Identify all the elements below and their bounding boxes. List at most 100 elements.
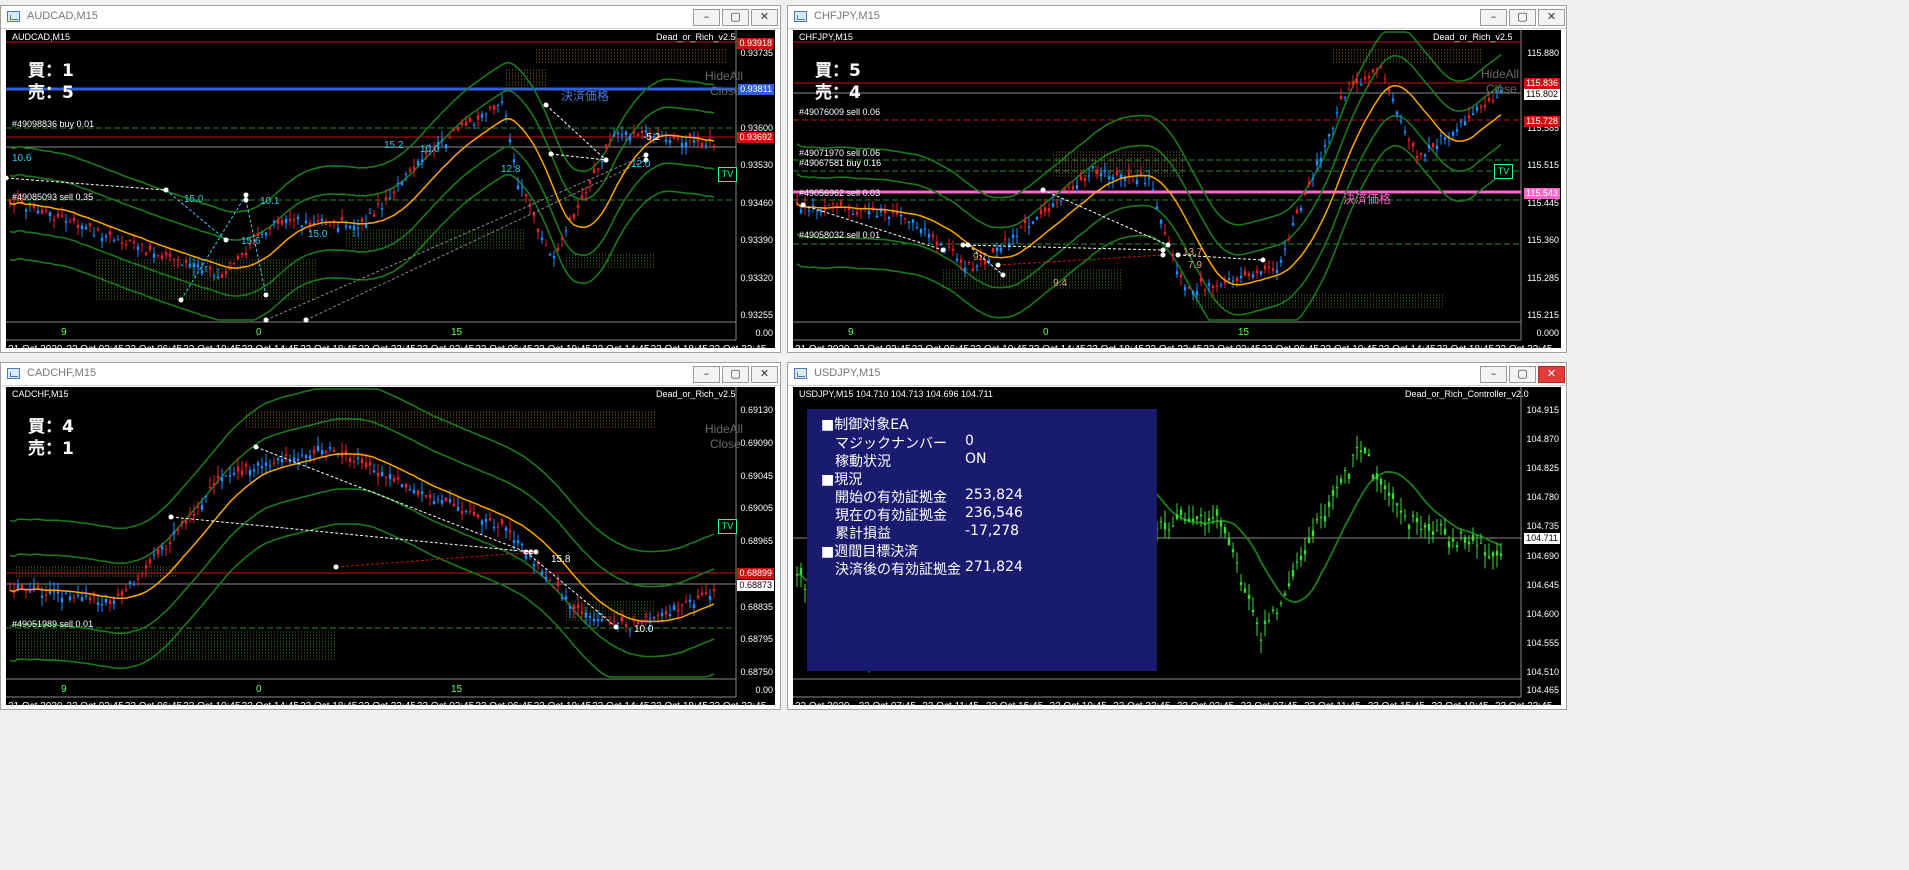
price-chart[interactable]: 9.7 9.4 13.7 7.9 CHFJPY,M15 Dead_or_Rich_v2… bbox=[793, 30, 1561, 348]
close-all-button[interactable]: Close bbox=[710, 84, 741, 98]
magic-number-value: 0 bbox=[965, 433, 974, 449]
candle-body bbox=[556, 247, 560, 252]
candle-body bbox=[1287, 583, 1291, 587]
close-button[interactable]: ✕ bbox=[751, 9, 778, 26]
candle-body bbox=[412, 166, 416, 170]
candle-body bbox=[1251, 610, 1255, 613]
time-axis-label: 23 Oct 07:45 bbox=[1240, 701, 1297, 705]
minimize-button[interactable]: – bbox=[693, 9, 720, 26]
candle-body bbox=[1143, 183, 1147, 185]
session-label: 9 bbox=[61, 684, 67, 695]
maximize-button[interactable]: ▢ bbox=[1509, 9, 1536, 26]
price-axis-label: 104.825 bbox=[1526, 463, 1559, 474]
candle-body bbox=[484, 518, 488, 522]
tv-button[interactable]: TV bbox=[718, 519, 737, 534]
time-axis-label: 23 Oct 18:45 bbox=[651, 344, 708, 348]
candle-body bbox=[1455, 129, 1459, 132]
hideall-button[interactable]: HideAll bbox=[705, 422, 743, 436]
candle-body bbox=[1107, 176, 1111, 180]
window-titlebar[interactable]: AUDCAD,M15 – ▢ ✕ bbox=[1, 6, 780, 29]
candle-body bbox=[712, 145, 716, 147]
candle-body bbox=[228, 474, 232, 477]
tv-button[interactable]: TV bbox=[718, 167, 737, 182]
candle-body bbox=[927, 233, 931, 238]
candle-body bbox=[220, 274, 224, 278]
minimize-button[interactable]: – bbox=[1480, 9, 1507, 26]
time-axis-label: 22 Oct 11:45 bbox=[922, 701, 979, 705]
chart-window-chfjpy[interactable]: CHFJPY,M15 – ▢ ✕ 9.7 9.4 13.7 7.9 CHFJPY,M1… bbox=[787, 5, 1567, 353]
candle-body bbox=[1451, 131, 1455, 136]
candle-body bbox=[96, 602, 100, 605]
window-titlebar[interactable]: USDJPY,M15 – ▢ ✕ bbox=[788, 363, 1566, 386]
candle-body bbox=[280, 458, 284, 463]
candle-body bbox=[332, 220, 336, 222]
candle-body bbox=[88, 223, 92, 227]
trade-marker bbox=[1000, 272, 1006, 278]
candle-body bbox=[216, 475, 220, 479]
buy-count-label: 買：1 bbox=[28, 61, 74, 81]
candle-body bbox=[304, 455, 308, 459]
candle-body bbox=[1343, 97, 1347, 99]
price-chart[interactable]: 15.8 10.0 CADCHF,M15 Dead_or_Rich_v2.5 買：… bbox=[6, 387, 775, 705]
trade-marker bbox=[543, 102, 549, 108]
candle-body bbox=[584, 192, 588, 194]
candle-body bbox=[1415, 518, 1419, 523]
window-titlebar[interactable]: CADCHF,M15 – ▢ ✕ bbox=[1, 363, 780, 386]
hideall-button[interactable]: HideAll bbox=[705, 69, 743, 83]
candle-body bbox=[1299, 207, 1303, 211]
close-button[interactable]: ✕ bbox=[1538, 366, 1565, 383]
candle-body bbox=[380, 207, 384, 210]
candle-body bbox=[1079, 176, 1083, 180]
close-button[interactable]: ✕ bbox=[751, 366, 778, 383]
time-axis-label: 23 Oct 14:45 bbox=[592, 344, 649, 348]
price-chart[interactable]: USDJPY,M15 104.710 104.713 104.696 104.7… bbox=[793, 387, 1561, 705]
chart-window-audcad[interactable]: AUDCAD,M15 – ▢ ✕ 10.6 15.0 10.1 15.6 15.0 15.… bbox=[0, 5, 781, 353]
time-axis-label: 23 Oct 14:45 bbox=[592, 701, 649, 705]
candle-body bbox=[664, 139, 668, 142]
candle-body bbox=[811, 204, 815, 206]
candle-body bbox=[1215, 285, 1219, 287]
time-axis-label: 22 Oct 14:45 bbox=[242, 701, 299, 705]
candle-body bbox=[508, 530, 512, 533]
candle-body bbox=[1475, 545, 1479, 547]
candle-body bbox=[887, 217, 891, 219]
candle-body bbox=[44, 209, 48, 212]
price-axis-label: 0.00 bbox=[755, 685, 773, 695]
candle-body bbox=[520, 187, 524, 189]
hideall-button[interactable]: HideAll bbox=[1481, 67, 1519, 81]
minimize-button[interactable]: – bbox=[693, 366, 720, 383]
candle-body bbox=[240, 470, 244, 475]
candle-body bbox=[308, 455, 312, 459]
candle-body bbox=[284, 454, 288, 457]
controller-heading-status: ■現況 bbox=[821, 472, 863, 488]
candle-body bbox=[1211, 517, 1215, 519]
maximize-button[interactable]: ▢ bbox=[722, 366, 749, 383]
close-button[interactable]: ✕ bbox=[1538, 9, 1565, 26]
candle-body bbox=[524, 193, 528, 197]
close-all-button[interactable]: Close bbox=[710, 437, 741, 451]
order-label: #49085093 sell 0.35 bbox=[12, 192, 94, 202]
candle-body bbox=[684, 601, 688, 603]
price-marker: 0.68899 bbox=[737, 568, 774, 579]
candle-body bbox=[388, 474, 392, 480]
candle-body bbox=[284, 218, 288, 223]
chart-window-icon bbox=[7, 368, 20, 379]
chart-window-cadchf[interactable]: CADCHF,M15 – ▢ ✕ 15.8 10.0 CADCHF,M15 Dea… bbox=[0, 362, 781, 710]
candle-body bbox=[1187, 518, 1191, 522]
candle-body bbox=[592, 618, 596, 622]
moving-average-line bbox=[9, 118, 715, 269]
minimize-button[interactable]: – bbox=[1480, 366, 1507, 383]
candle-body bbox=[508, 139, 512, 143]
maximize-button[interactable]: ▢ bbox=[1509, 366, 1536, 383]
chart-window-usdjpy[interactable]: USDJPY,M15 – ▢ ✕ USDJPY,M15 104.710 104.… bbox=[787, 362, 1567, 710]
candle-body bbox=[1191, 518, 1195, 522]
maximize-button[interactable]: ▢ bbox=[722, 9, 749, 26]
close-all-button[interactable]: Close bbox=[1486, 82, 1517, 96]
candle-body bbox=[799, 568, 803, 575]
tv-button[interactable]: TV bbox=[1494, 164, 1513, 179]
session-label: 0 bbox=[256, 684, 262, 695]
candle-body bbox=[1183, 519, 1187, 521]
window-titlebar[interactable]: CHFJPY,M15 – ▢ ✕ bbox=[788, 6, 1566, 29]
candle-body bbox=[1339, 95, 1343, 100]
price-chart[interactable]: 10.6 15.0 10.1 15.6 15.0 15.2 10.0 12.8 -5.2 12.0… bbox=[6, 30, 775, 348]
